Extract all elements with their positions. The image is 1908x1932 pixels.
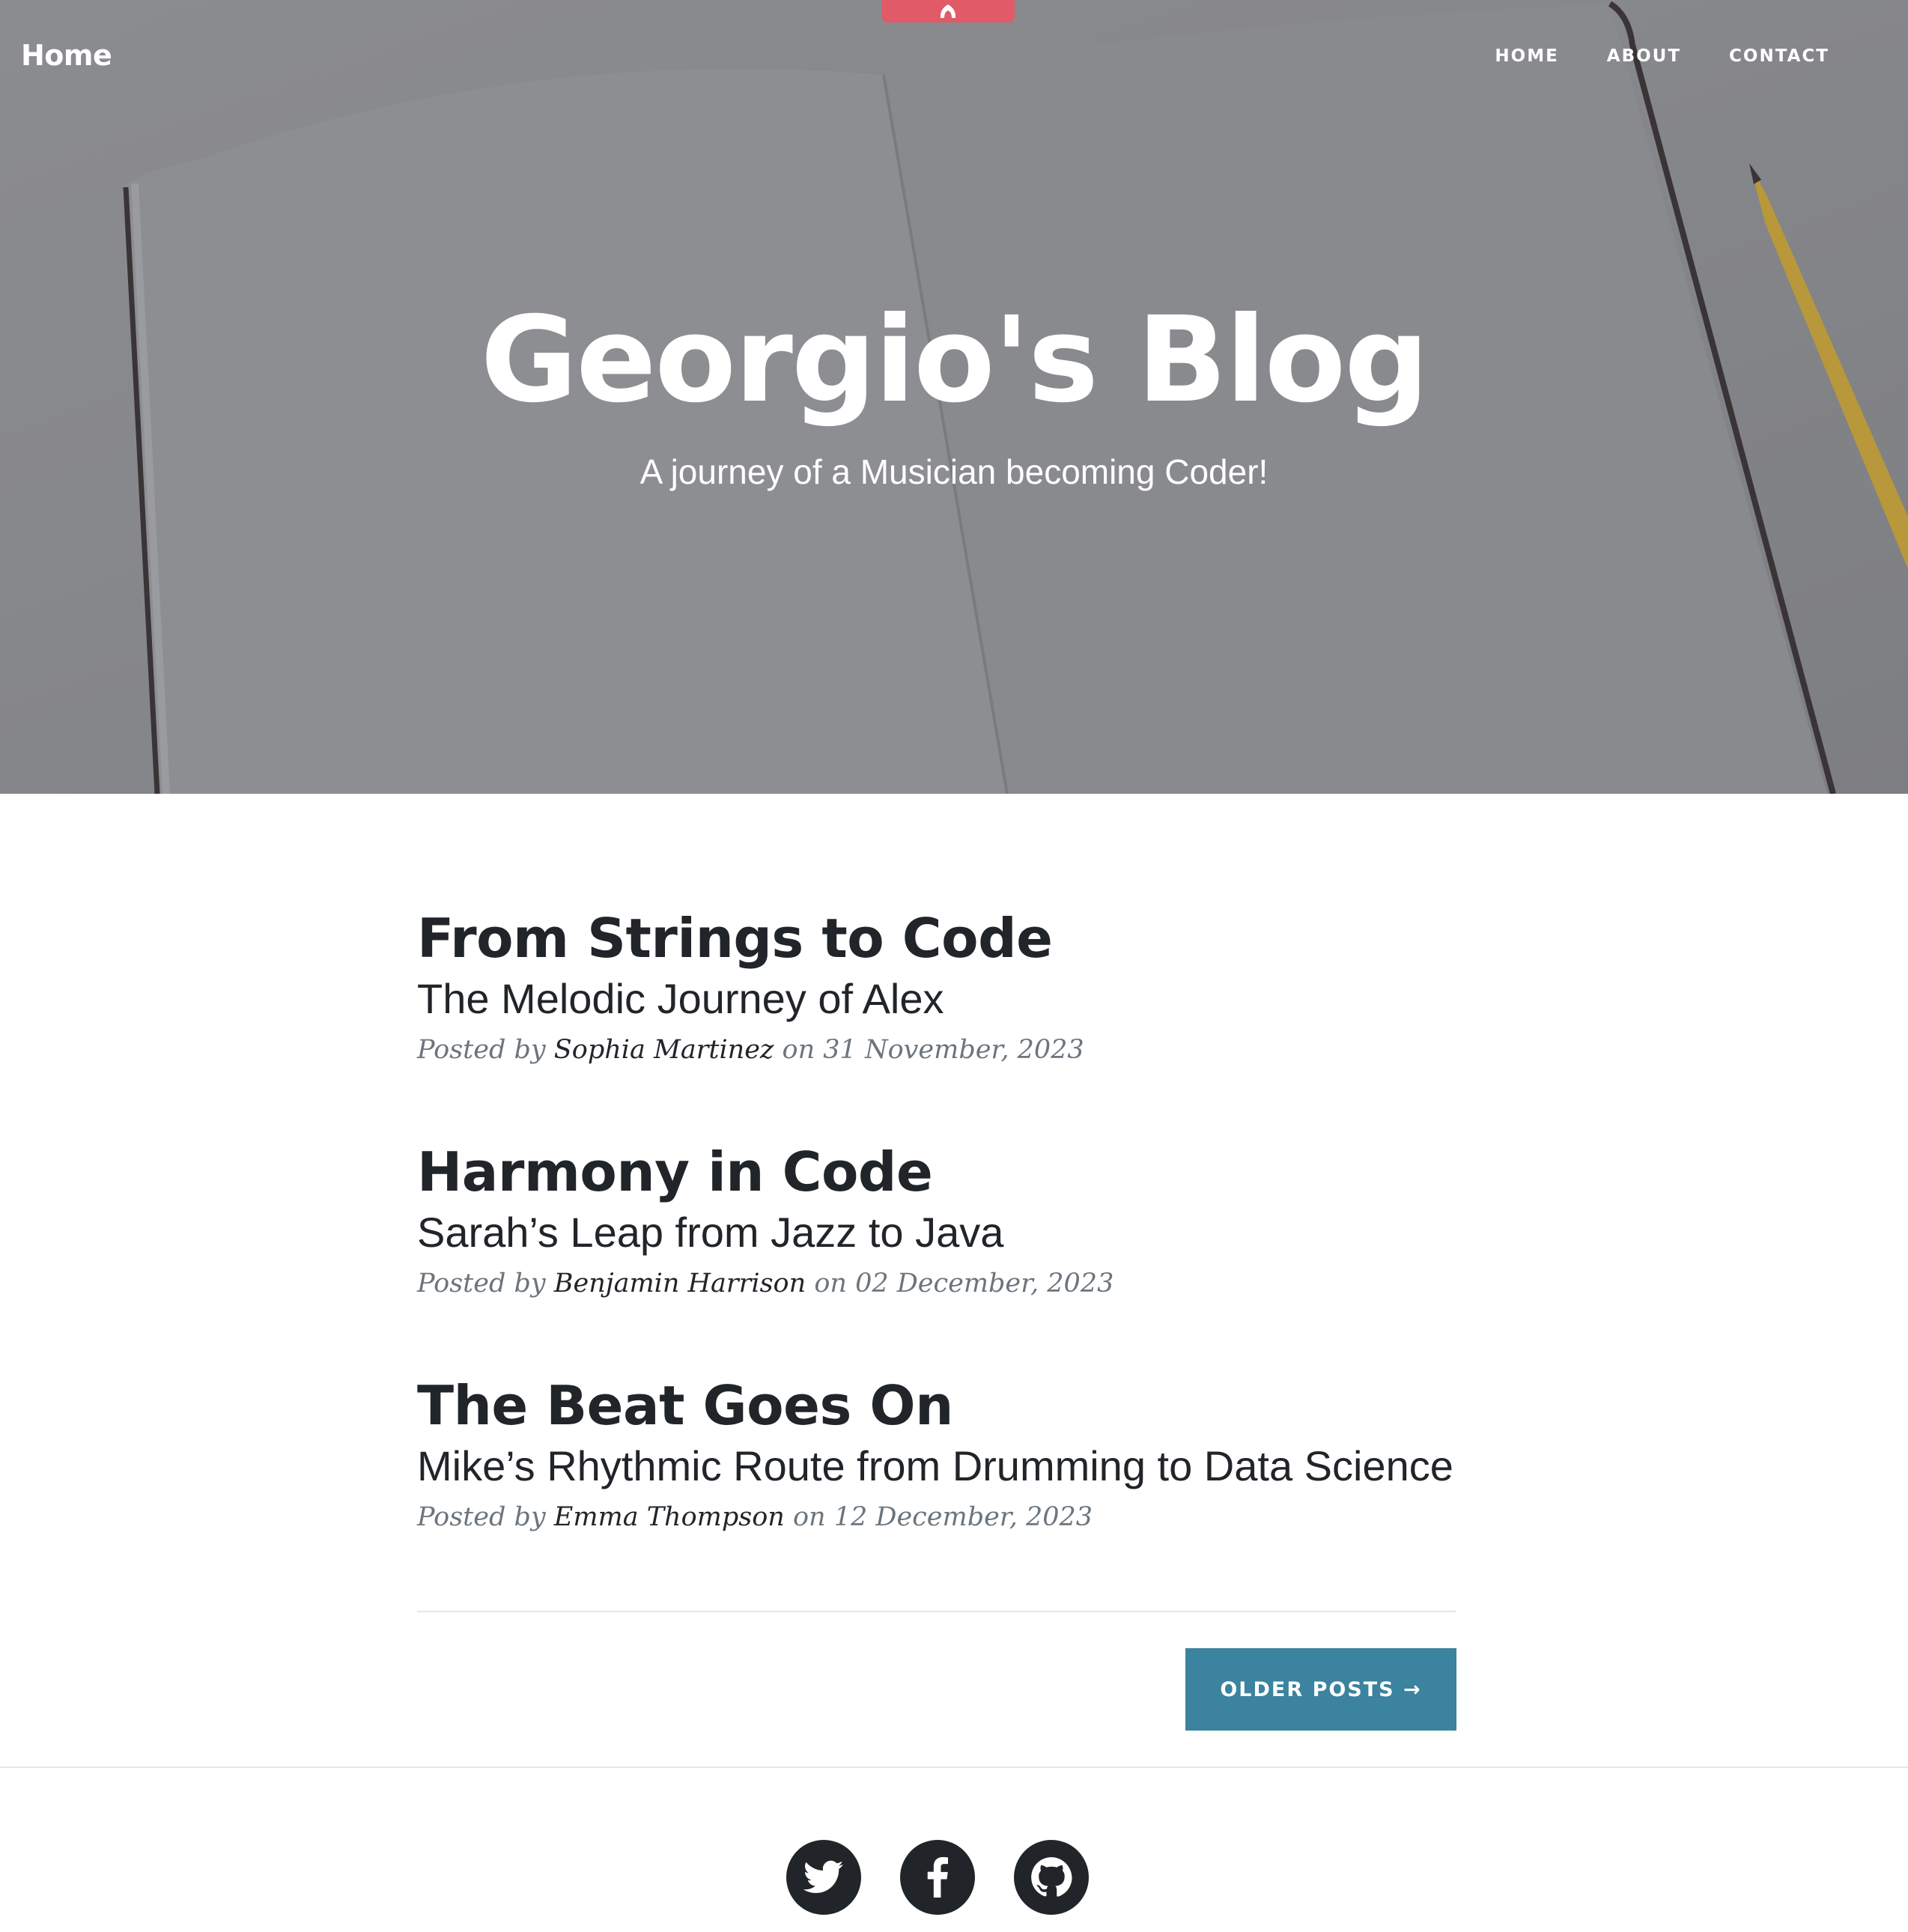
post-author: Emma Thompson	[553, 1501, 785, 1532]
site-subtitle: A journey of a Musician becoming Coder!	[639, 452, 1269, 491]
post-author: Sophia Martinez	[553, 1034, 774, 1065]
date-prefix: on	[782, 1034, 815, 1065]
post-title[interactable]: From Strings to Code	[417, 906, 1456, 970]
post-subtitle[interactable]: The Melodic Journey of Alex	[417, 973, 1456, 1024]
social-links	[786, 1840, 1089, 1915]
twitter-link[interactable]	[786, 1840, 861, 1915]
post-date: 12 December, 2023	[833, 1501, 1093, 1532]
nav-contact-link[interactable]: CONTACT	[1729, 46, 1829, 66]
posted-by-label: Posted by	[417, 1034, 546, 1065]
post-meta: Posted by Emma Thompson on 12 December, …	[417, 1502, 1456, 1532]
post-subtitle[interactable]: Sarah’s Leap from Jazz to Java	[417, 1207, 1456, 1257]
older-posts-button[interactable]: OLDER POSTS →	[1185, 1648, 1456, 1731]
post-title[interactable]: Harmony in Code	[417, 1140, 1456, 1204]
brand-home-link[interactable]: Home	[21, 39, 112, 72]
post-author: Benjamin Harrison	[553, 1268, 806, 1298]
date-prefix: on	[792, 1501, 826, 1532]
post-preview[interactable]: From Strings to Code The Melodic Journey…	[417, 906, 1456, 1140]
date-prefix: on	[814, 1268, 847, 1298]
post-title[interactable]: The Beat Goes On	[417, 1373, 1456, 1438]
post-list: From Strings to Code The Melodic Journey…	[417, 906, 1456, 1607]
facebook-icon	[927, 1857, 948, 1898]
nav-home-link[interactable]: HOME	[1495, 46, 1558, 66]
facebook-link[interactable]	[900, 1840, 975, 1915]
main-nav: HOME ABOUT CONTACT	[1447, 46, 1829, 66]
hero-header: Home HOME ABOUT CONTACT Georgio's Blog A…	[0, 0, 1908, 794]
post-meta: Posted by Benjamin Harrison on 02 Decemb…	[417, 1269, 1456, 1298]
post-date: 02 December, 2023	[855, 1268, 1114, 1298]
posted-by-label: Posted by	[417, 1501, 546, 1532]
site-title: Georgio's Blog	[480, 291, 1430, 429]
top-badge[interactable]	[881, 0, 1015, 22]
post-date: 31 November, 2023	[823, 1034, 1084, 1065]
footer-divider	[0, 1767, 1908, 1768]
github-link[interactable]	[1014, 1840, 1089, 1915]
posted-by-label: Posted by	[417, 1268, 546, 1298]
flame-icon	[940, 4, 956, 18]
post-preview[interactable]: The Beat Goes On Mike’s Rhythmic Route f…	[417, 1373, 1456, 1607]
twitter-icon	[803, 1860, 844, 1893]
post-meta: Posted by Sophia Martinez on 31 November…	[417, 1035, 1456, 1065]
post-preview[interactable]: Harmony in Code Sarah’s Leap from Jazz t…	[417, 1140, 1456, 1373]
posts-divider	[417, 1611, 1456, 1612]
nav-about-link[interactable]: ABOUT	[1607, 46, 1681, 66]
post-subtitle[interactable]: Mike’s Rhythmic Route from Drumming to D…	[417, 1441, 1456, 1491]
github-icon	[1031, 1857, 1072, 1897]
